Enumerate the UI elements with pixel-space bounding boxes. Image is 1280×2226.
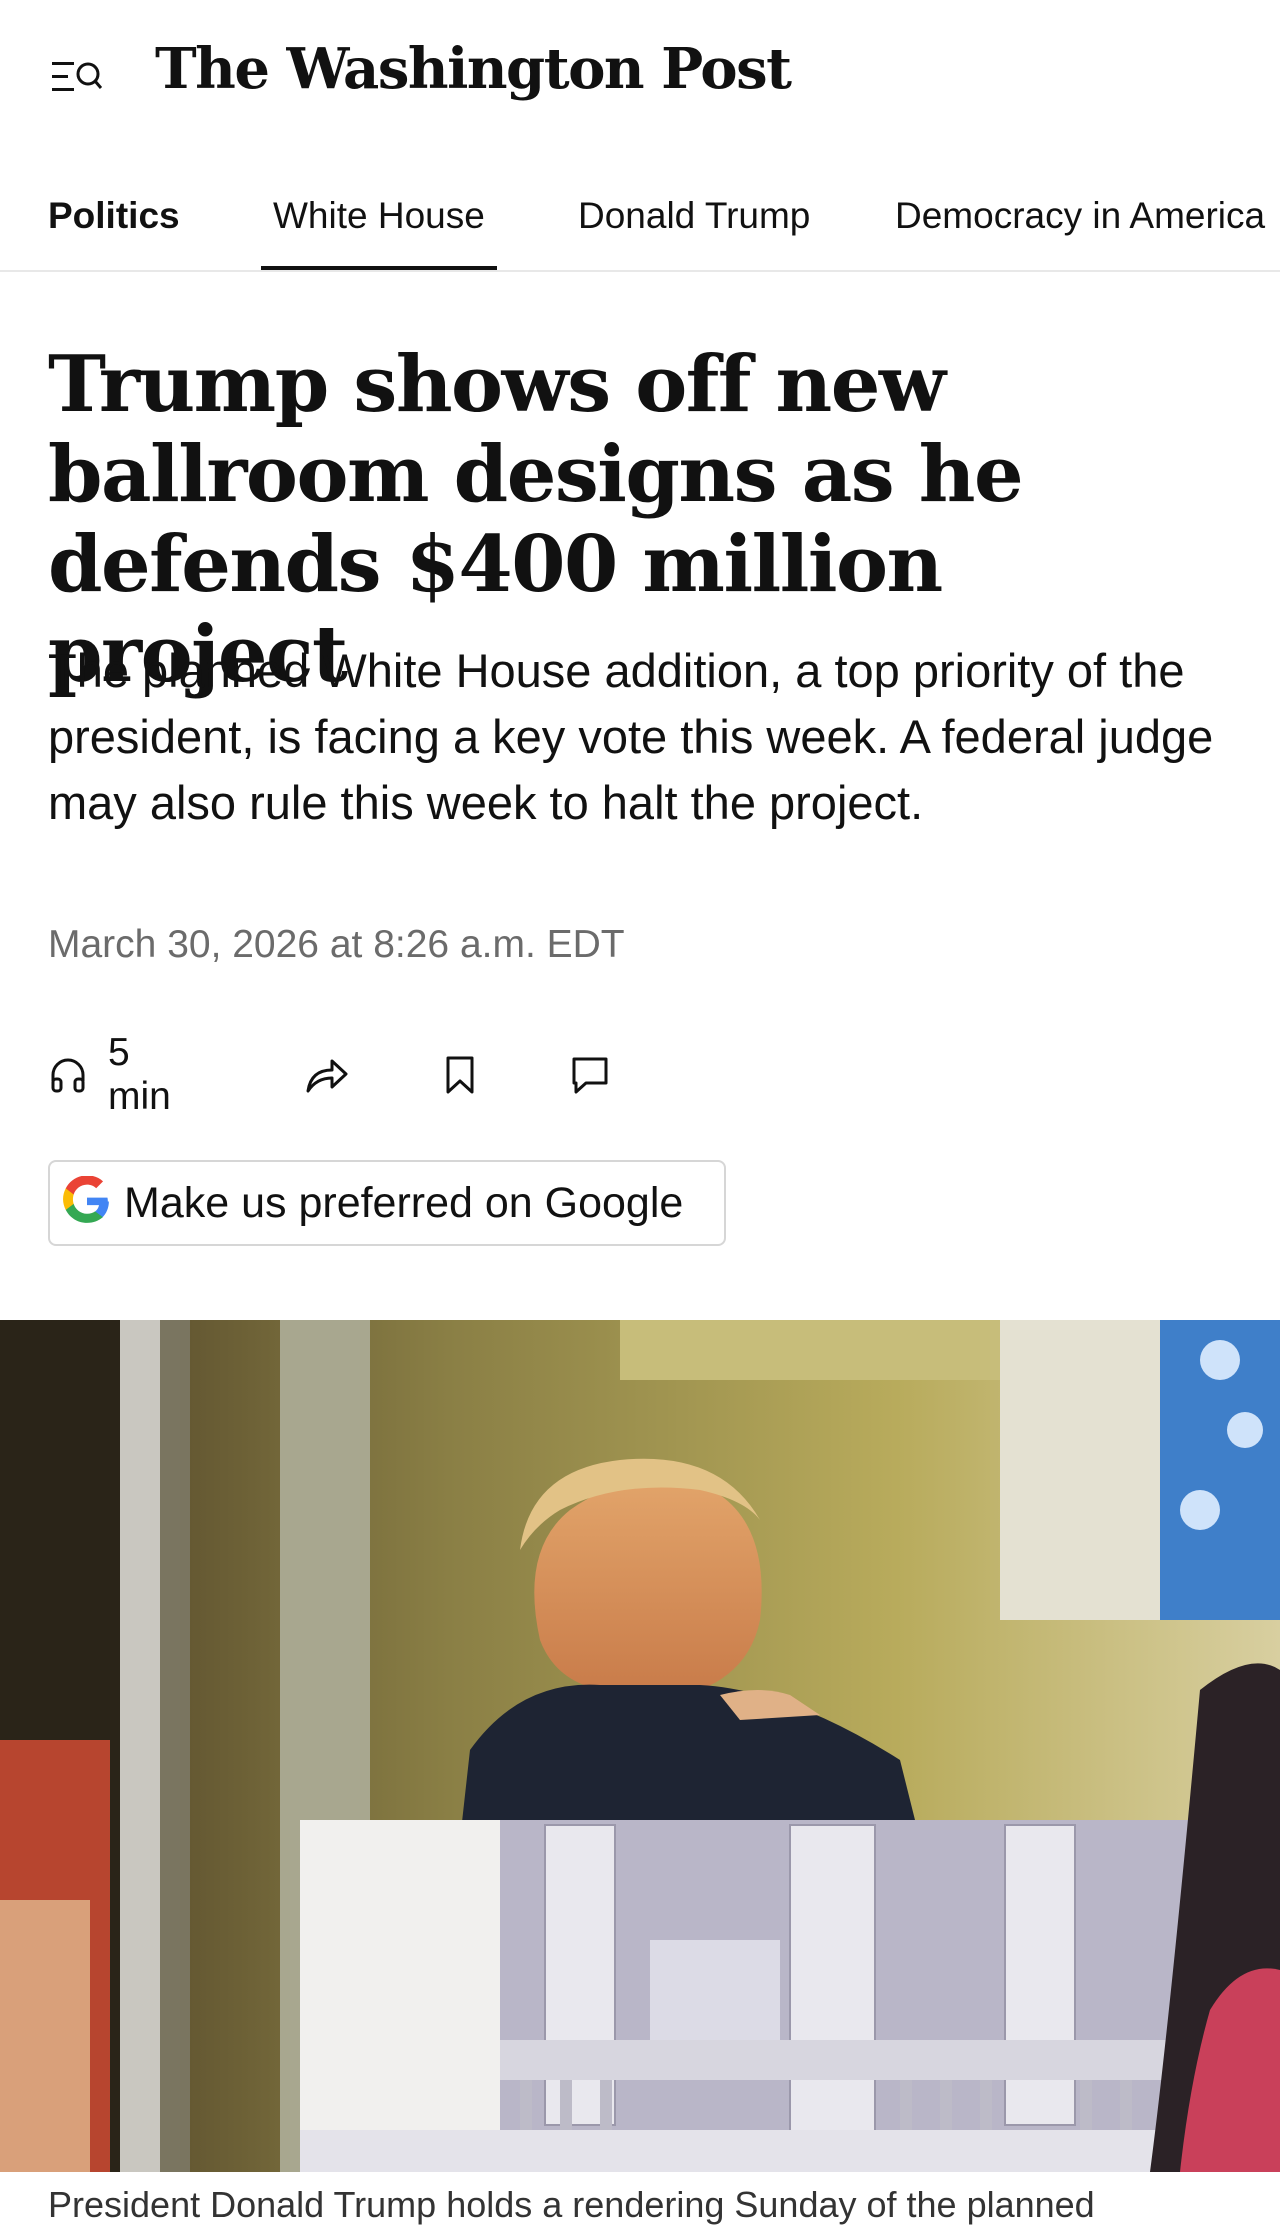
comment-button[interactable]	[570, 1040, 610, 1110]
listen-duration: 5 min	[108, 1031, 171, 1118]
site-logo[interactable]: The Washington Post	[155, 36, 792, 102]
comment-icon	[570, 1055, 610, 1095]
section-nav: Politics White House Donald Trump Democr…	[0, 178, 1280, 272]
google-g-icon	[62, 1174, 112, 1231]
share-button[interactable]	[304, 1040, 350, 1110]
preferred-on-google-label: Make us preferred on Google	[124, 1178, 684, 1227]
nav-item-democracy-in-america[interactable]: Democracy in America	[895, 178, 1265, 268]
photo-caption: President Donald Trump holds a rendering…	[48, 2184, 1095, 2225]
menu-search-icon[interactable]	[52, 56, 103, 100]
headphones-icon	[48, 1055, 88, 1095]
listen-button[interactable]: 5 min	[48, 1031, 171, 1118]
preferred-on-google-button[interactable]: Make us preferred on Google	[48, 1160, 726, 1246]
nav-item-white-house[interactable]: White House	[261, 178, 497, 270]
site-header: The Washington Post	[0, 0, 1280, 160]
save-button[interactable]	[443, 1040, 477, 1110]
lead-photo[interactable]	[0, 1320, 1280, 2172]
nav-item-donald-trump[interactable]: Donald Trump	[578, 178, 810, 268]
article-dateline: March 30, 2026 at 8:26 a.m. EDT	[48, 923, 625, 966]
nav-item-politics[interactable]: Politics	[48, 178, 180, 268]
article-dek: The planned White House addition, a top …	[48, 644, 1214, 829]
share-icon	[304, 1055, 350, 1095]
bookmark-icon	[443, 1055, 477, 1095]
